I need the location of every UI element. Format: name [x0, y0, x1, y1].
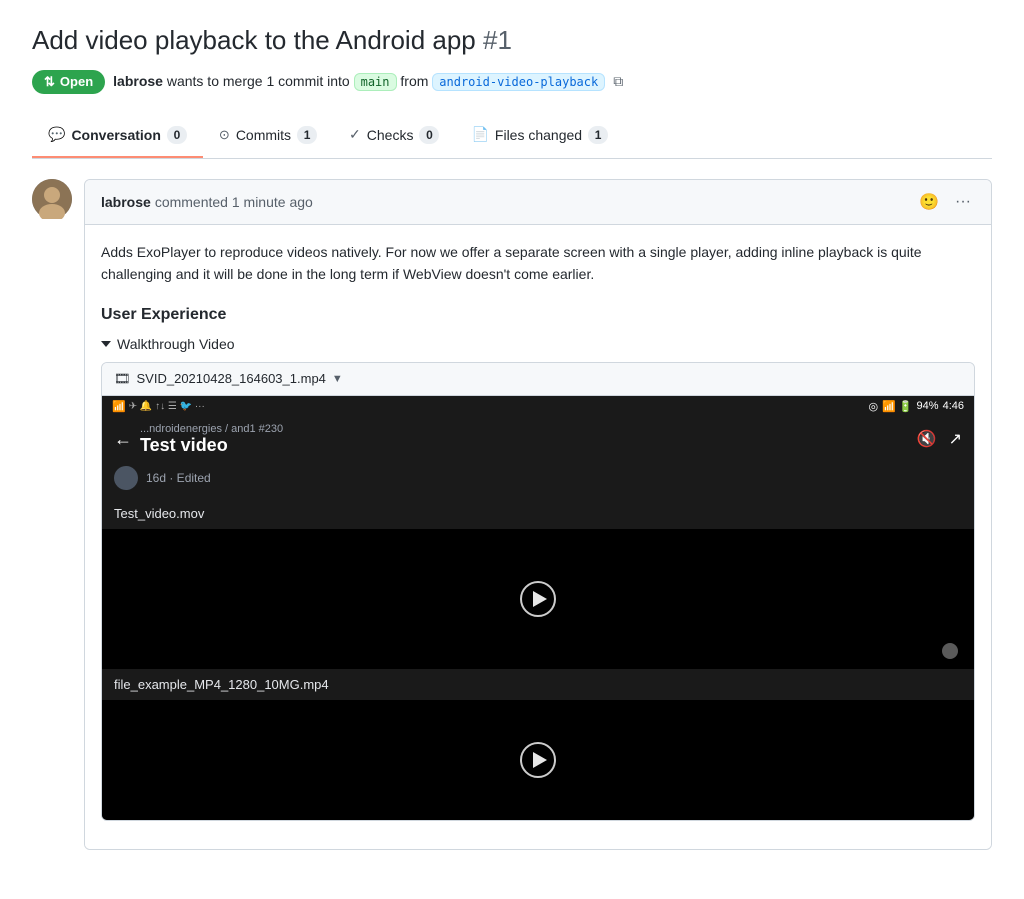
first-play-triangle	[533, 591, 547, 607]
comment-time: 1 minute ago	[232, 194, 313, 210]
comment-action-text: commented	[155, 194, 228, 210]
attachment-header: 🎞 SVID_20210428_164603_1.mp4 ▼	[102, 363, 974, 396]
film-icon: 🎞	[114, 371, 131, 387]
tab-commits[interactable]: ⊙ Commits 1	[203, 114, 333, 158]
author-avatar	[32, 179, 72, 219]
nav-path: ...ndroidenergies / and1 #230	[140, 423, 917, 435]
comment-header-left: labrose commented 1 minute ago	[101, 194, 313, 210]
branch-feature-tag[interactable]: android-video-playback	[432, 73, 605, 91]
first-file-row: Test_video.mov	[102, 498, 974, 529]
commits-icon: ⊙	[219, 127, 230, 143]
phone-nav-bar: ← ...ndroidenergies / and1 #230 Test vid…	[102, 417, 974, 462]
page-wrapper: Add video playback to the Android app #1…	[0, 0, 1024, 874]
seek-indicator	[942, 643, 958, 659]
battery-level: 94%	[917, 400, 939, 412]
signal-icons: ✈ 🔔 ↑↓ ☰ 🐦 ···	[129, 401, 205, 412]
comment-section: labrose commented 1 minute ago 🙂 ··· Add…	[32, 179, 992, 850]
phone-status-left: 📶 ✈ 🔔 ↑↓ ☰ 🐦 ···	[112, 400, 205, 413]
video-attachment-box: 🎞 SVID_20210428_164603_1.mp4 ▼ 📶 ✈ 🔔 ↑↓ …	[101, 362, 975, 821]
pr-meta: ⇅ Open labrose wants to merge 1 commit i…	[32, 70, 992, 94]
comment-action: commented 1 minute ago	[155, 194, 313, 210]
triangle-down-icon	[101, 341, 111, 347]
nav-actions: 🔇 ↗	[917, 429, 962, 449]
pr-title-text: Add video playback to the Android app	[32, 25, 476, 55]
dropdown-arrow-icon[interactable]: ▼	[332, 373, 343, 385]
walkthrough-section: Walkthrough Video 🎞 SVID_20210428_164603…	[101, 336, 975, 821]
tab-conversation[interactable]: 💬 Conversation 0	[32, 114, 203, 158]
tab-commits-count: 1	[297, 126, 317, 144]
second-play-triangle	[533, 752, 547, 768]
comment-box: labrose commented 1 minute ago 🙂 ··· Add…	[84, 179, 992, 850]
phone-subtitle-bar: 16d · Edited	[102, 462, 974, 498]
tab-files-changed-label: Files changed	[495, 127, 582, 143]
open-badge-label: Open	[60, 74, 93, 89]
pr-author: labrose	[113, 73, 163, 89]
second-file-name: file_example_MP4_1280_10MG.mp4	[114, 677, 329, 692]
phone-subtitle-text: 16d · Edited	[146, 471, 211, 485]
emoji-reaction-button[interactable]: 🙂	[915, 190, 943, 214]
tab-checks-label: Checks	[367, 127, 414, 143]
mute-icon[interactable]: 🔇	[917, 429, 937, 449]
pr-number: #1	[483, 25, 512, 55]
copy-branch-icon[interactable]: ⧉	[613, 73, 623, 90]
comment-subheading: User Experience	[101, 302, 975, 324]
tab-checks[interactable]: ✓ Checks 0	[333, 114, 455, 158]
second-file-row: file_example_MP4_1280_10MG.mp4	[102, 669, 974, 700]
data-icons: 📶 🔋	[882, 400, 912, 413]
tabs-bar: 💬 Conversation 0 ⊙ Commits 1 ✓ Checks 0 …	[32, 114, 992, 159]
tab-checks-count: 0	[419, 126, 439, 144]
phone-screen: 📶 ✈ 🔔 ↑↓ ☰ 🐦 ··· ◎ 📶 🔋 94% 4:46	[102, 396, 974, 820]
branch-main-tag[interactable]: main	[354, 73, 397, 91]
wifi-icon: 📶	[112, 400, 126, 413]
second-video-player[interactable]	[102, 700, 974, 820]
comment-text: Adds ExoPlayer to reproduce videos nativ…	[101, 241, 975, 286]
back-arrow-icon[interactable]: ←	[114, 429, 132, 450]
attachment-filename: SVID_20210428_164603_1.mp4	[137, 371, 326, 386]
comment-header-right: 🙂 ···	[915, 190, 975, 214]
files-changed-icon: 📄	[471, 126, 488, 143]
checks-icon: ✓	[349, 126, 361, 143]
share-icon[interactable]: ↗	[949, 429, 962, 449]
walkthrough-label: Walkthrough Video	[117, 336, 235, 352]
conversation-icon: 💬	[48, 126, 65, 143]
first-video-player[interactable]	[102, 529, 974, 669]
phone-status-bar: 📶 ✈ 🔔 ↑↓ ☰ 🐦 ··· ◎ 📶 🔋 94% 4:46	[102, 396, 974, 417]
tab-files-changed[interactable]: 📄 Files changed 1	[455, 114, 624, 158]
open-icon: ⇅	[44, 74, 55, 90]
first-play-button[interactable]	[520, 581, 556, 617]
walkthrough-toggle[interactable]: Walkthrough Video	[101, 336, 975, 352]
comment-body: Adds ExoPlayer to reproduce videos nativ…	[85, 225, 991, 849]
pr-title: Add video playback to the Android app #1	[32, 24, 992, 58]
tab-commits-label: Commits	[236, 127, 291, 143]
first-file-name: Test_video.mov	[114, 506, 204, 521]
from-text: from	[400, 73, 432, 89]
tab-files-changed-count: 1	[588, 126, 608, 144]
more-options-button[interactable]: ···	[951, 191, 975, 213]
phone-time: 4:46	[943, 400, 964, 412]
comment-author[interactable]: labrose	[101, 194, 151, 210]
comment-header: labrose commented 1 minute ago 🙂 ···	[85, 180, 991, 225]
phone-status-right: ◎ 📶 🔋 94% 4:46	[868, 400, 964, 413]
second-play-button[interactable]	[520, 742, 556, 778]
pr-meta-description: labrose wants to merge 1 commit into mai…	[113, 73, 605, 91]
nav-title: Test video	[140, 435, 917, 456]
tab-conversation-count: 0	[167, 126, 187, 144]
tab-conversation-label: Conversation	[71, 127, 160, 143]
nav-center: ...ndroidenergies / and1 #230 Test video	[132, 423, 917, 456]
open-badge: ⇅ Open	[32, 70, 105, 94]
location-icon: ◎	[868, 400, 878, 413]
small-avatar	[114, 466, 138, 490]
pr-meta-action: wants to merge 1 commit into	[167, 73, 350, 89]
